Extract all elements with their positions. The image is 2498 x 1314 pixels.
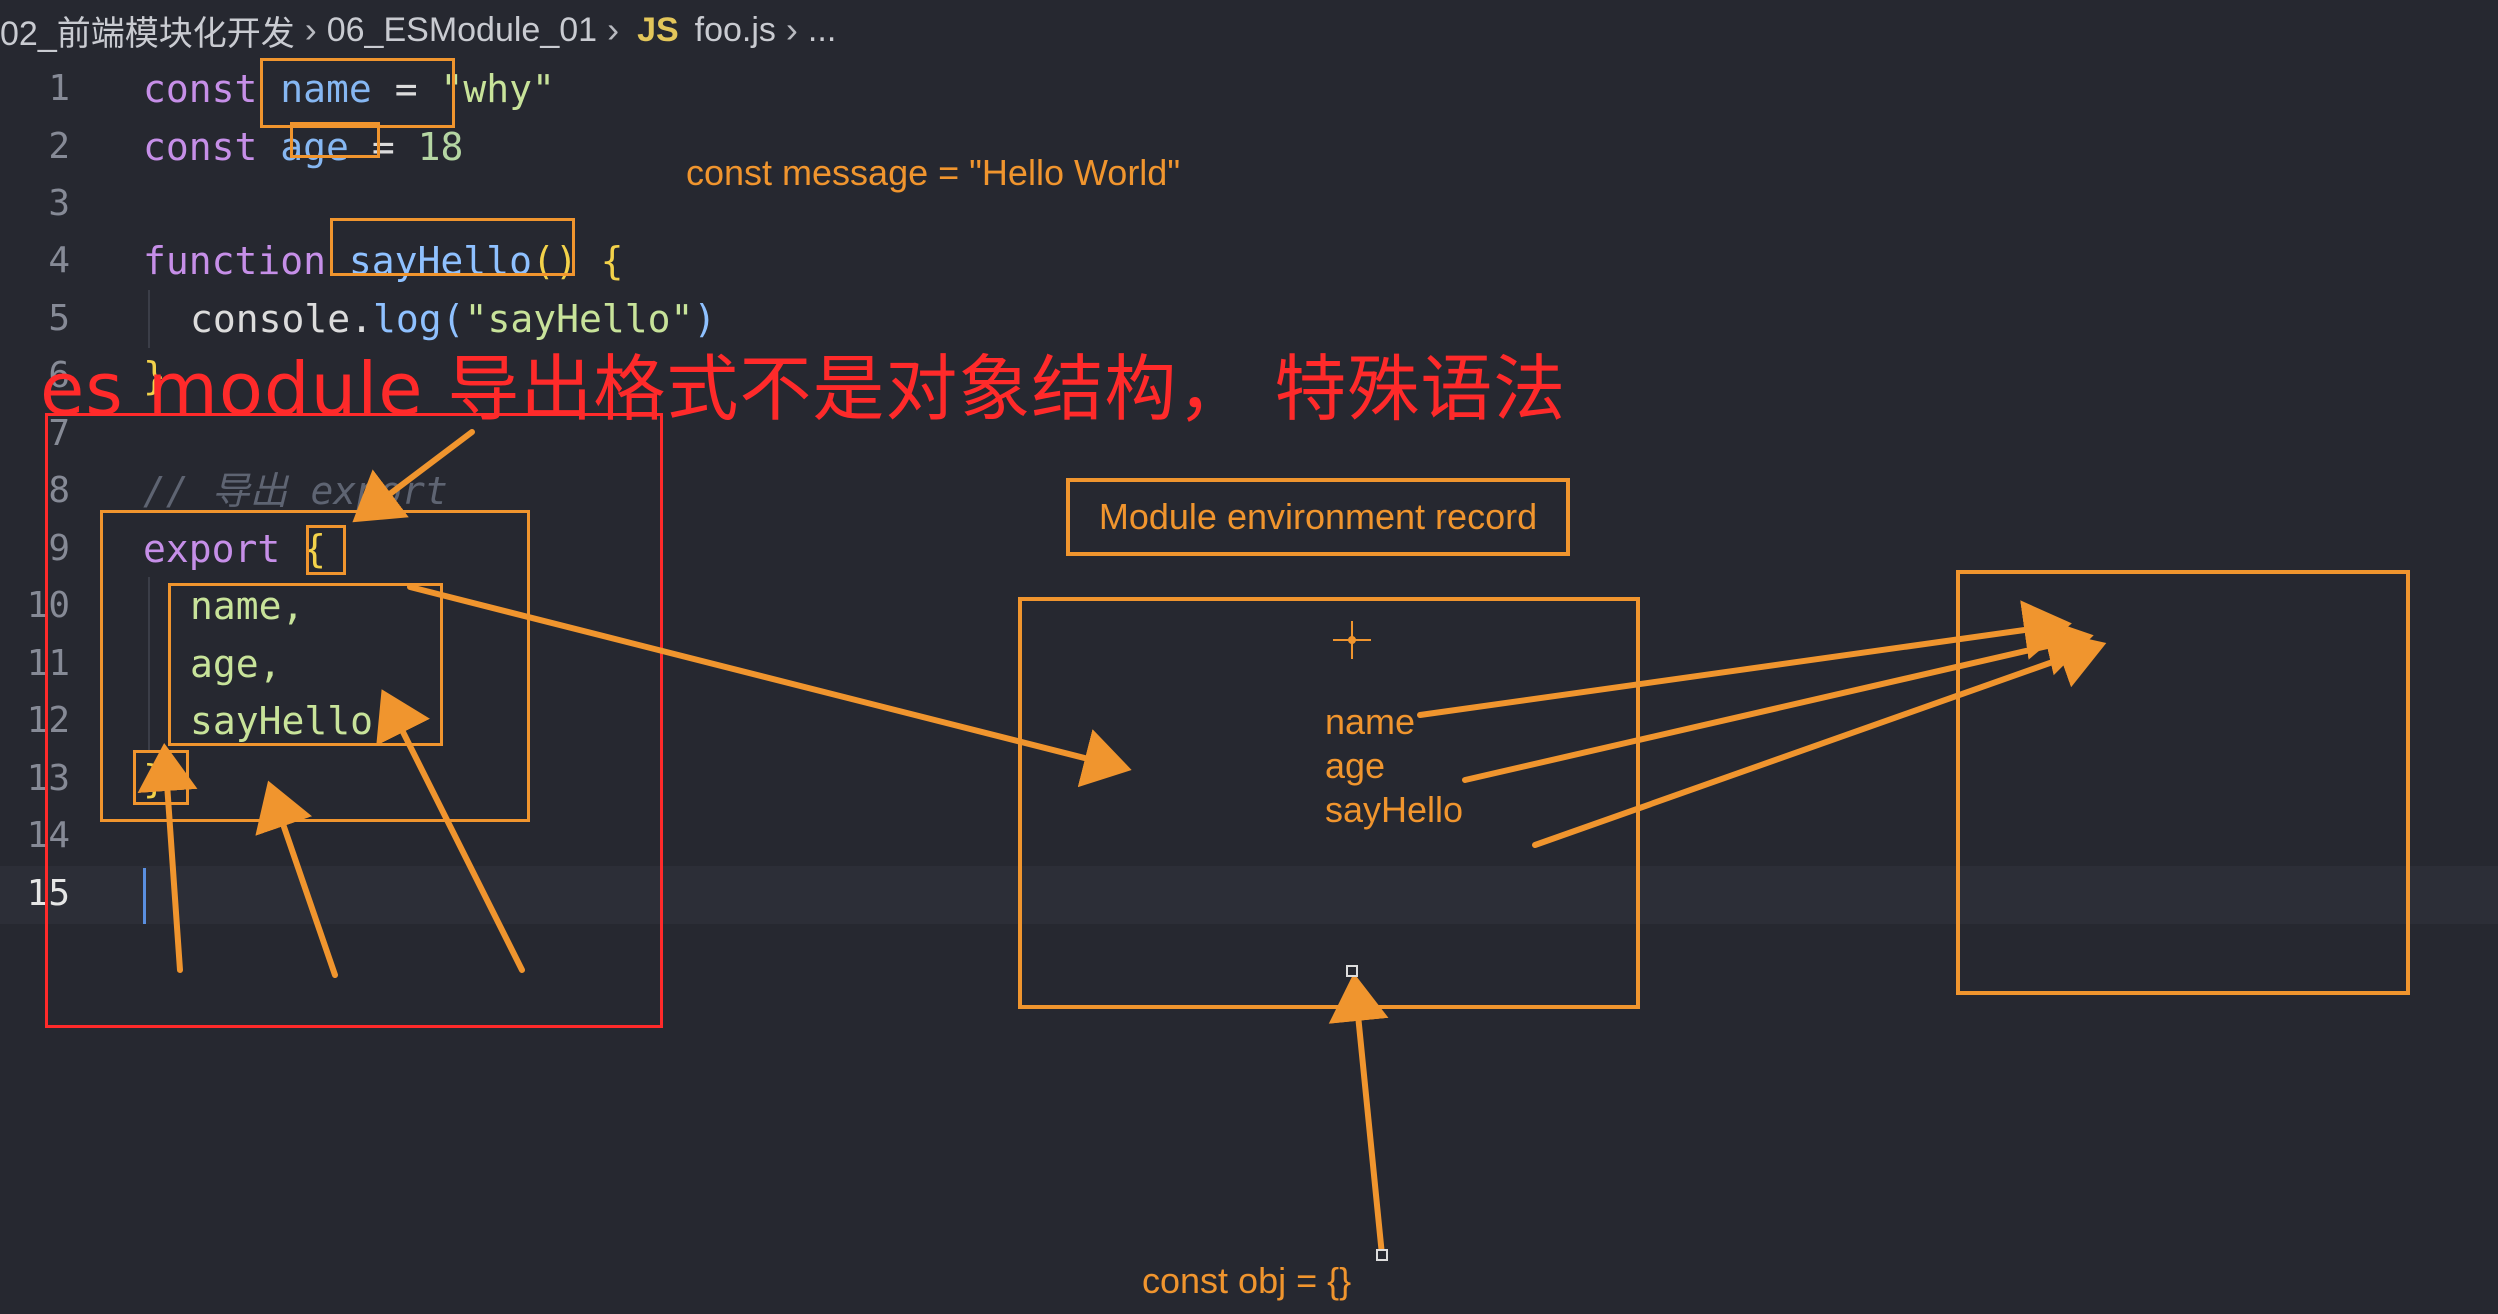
arrow-to-module-record bbox=[407, 584, 1132, 788]
arrow-up-2 bbox=[255, 780, 338, 978]
resize-handle-icon[interactable] bbox=[1376, 1249, 1388, 1261]
crosshair-icon bbox=[1333, 621, 1371, 659]
arrow-up-1 bbox=[137, 743, 198, 973]
annotation-arrows bbox=[137, 429, 2107, 1261]
arrow-up-3 bbox=[376, 689, 525, 973]
resize-handle-icon[interactable] bbox=[1346, 965, 1358, 977]
arrow-from-const-obj bbox=[1328, 973, 1389, 1258]
arrow-name-to-importer bbox=[1417, 600, 2072, 718]
arrow-to-export bbox=[352, 429, 475, 523]
